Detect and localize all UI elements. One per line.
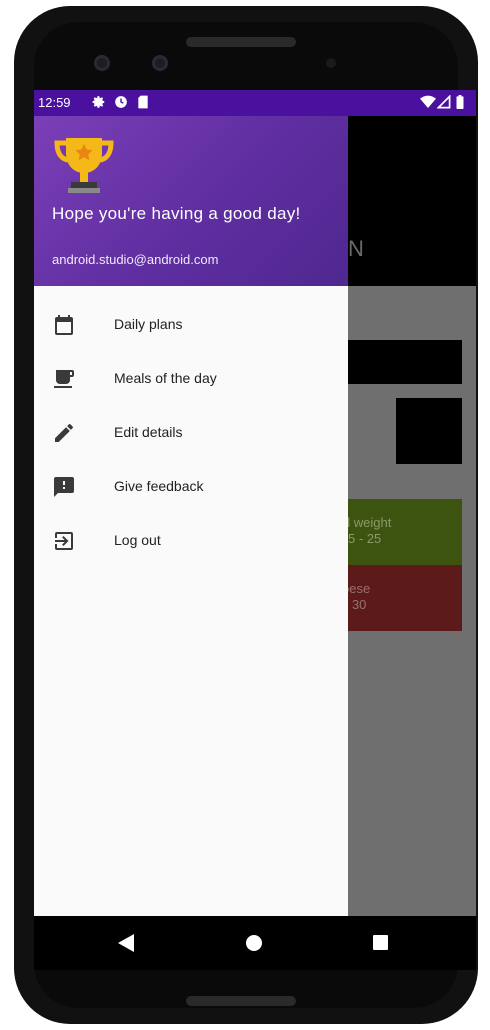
menu-item-feedback[interactable]: Give feedback <box>34 460 348 514</box>
calendar-icon <box>55 315 73 335</box>
circle-icon <box>115 96 127 108</box>
bmi-normal-row: al weight 5 - 25 <box>340 499 462 565</box>
gear-icon <box>92 96 105 108</box>
system-nav-bar <box>34 916 476 970</box>
menu-item-meals[interactable]: Meals of the day <box>34 352 348 406</box>
bottom-speaker <box>186 996 296 1006</box>
menu-item-daily-plans[interactable]: Daily plans <box>34 298 348 352</box>
menu-item-label: Give feedback <box>114 478 204 494</box>
sd-card-icon <box>138 95 148 109</box>
logout-icon <box>55 532 73 550</box>
menu-item-label: Daily plans <box>114 316 183 332</box>
home-icon[interactable] <box>246 935 262 951</box>
navigation-drawer: Hope you're having a good day! android.s… <box>34 116 348 916</box>
trophy-icon <box>54 138 114 193</box>
front-camera-icon <box>152 55 168 71</box>
wifi-icon <box>420 95 436 108</box>
status-time: 12:59 <box>38 95 71 110</box>
earpiece-speaker <box>186 37 296 47</box>
pencil-icon <box>55 423 73 442</box>
signal-icon <box>437 95 451 109</box>
menu-item-edit-details[interactable]: Edit details <box>34 406 348 460</box>
menu-item-label: Meals of the day <box>114 370 217 386</box>
meal-icon <box>54 370 74 388</box>
proximity-sensor <box>326 58 336 68</box>
drawer-header: Hope you're having a good day! android.s… <box>34 116 348 286</box>
battery-icon <box>456 95 464 109</box>
bmi-obese-row: bese - 30 <box>342 565 462 631</box>
bmi-row-range: 5 - 25 <box>348 531 382 546</box>
drawer-email: android.studio@android.com <box>52 252 219 267</box>
drawer-greeting: Hope you're having a good day! <box>52 204 301 223</box>
back-icon[interactable] <box>118 934 134 952</box>
menu-item-logout[interactable]: Log out <box>34 514 348 568</box>
app-input-block <box>348 340 462 384</box>
recent-apps-icon[interactable] <box>373 935 388 950</box>
menu-item-label: Edit details <box>114 424 183 440</box>
front-camera-icon <box>94 55 110 71</box>
app-header-title: N <box>348 236 364 261</box>
menu-item-label: Log out <box>114 532 161 548</box>
feedback-icon <box>54 477 74 497</box>
status-bar: 12:59 <box>34 90 476 116</box>
app-image-block <box>396 398 462 464</box>
device-screen: 12:59 N al weight 5 - 25 bese - 30 Hope … <box>34 90 476 970</box>
